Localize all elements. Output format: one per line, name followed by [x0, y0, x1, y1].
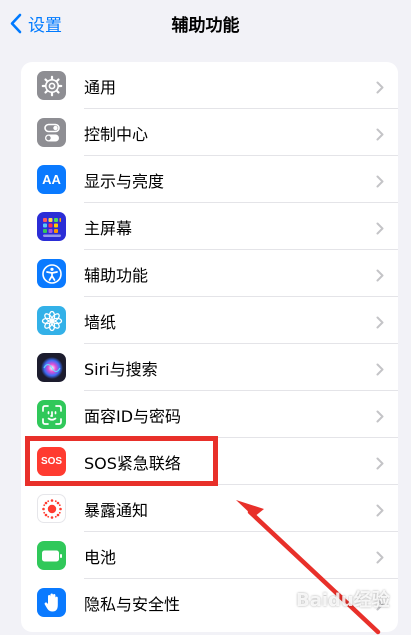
- watermark: Baidu经验: [296, 590, 390, 611]
- annotation-arrow: [236, 500, 381, 635]
